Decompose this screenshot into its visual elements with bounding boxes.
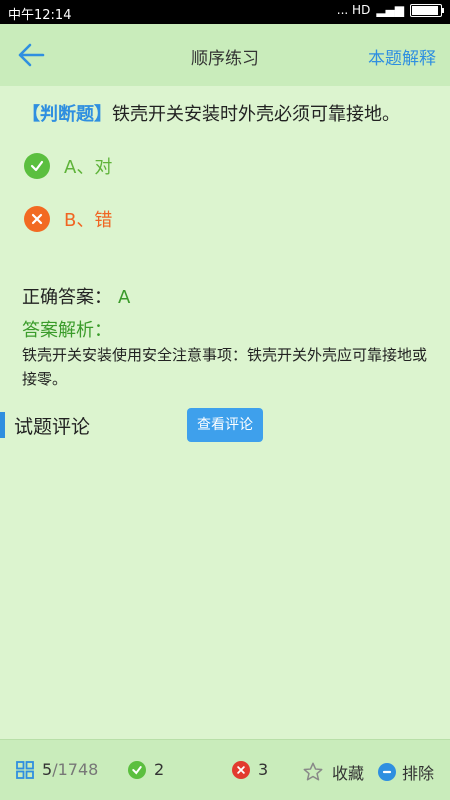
explain-button[interactable]: 本题解释 [368,44,436,69]
exclude-label: 排除 [402,764,435,783]
answer-label: 正确答案： [22,287,112,308]
grid-icon [16,760,34,779]
section-marker [0,412,5,438]
option-a-label: A、对 [64,157,113,178]
signal-icon: ▂▄▆ [376,3,404,17]
status-icons: ... HD ▂▄▆ [336,3,444,17]
status-bar: 中午12:14 ... HD ▂▄▆ [0,0,450,24]
cross-icon [24,206,50,232]
exclude-button[interactable]: 排除 [378,760,434,784]
view-comments-button[interactable]: 查看评论 [187,408,263,442]
question-progress[interactable]: 5/1748 [16,760,98,779]
check-icon [24,153,50,179]
correct-answer: 正确答案： A [22,283,130,309]
answer-value: A [118,287,131,308]
option-b[interactable]: B、错 [24,205,112,233]
favorite-button[interactable]: 收藏 [302,760,364,784]
battery-icon [410,3,444,17]
bottom-toolbar: 5/1748 2 3 收藏 排除 [0,739,450,800]
analysis-text: 铁壳开关安装使用安全注意事项：铁壳开关外壳应可靠接地或接零。 [22,346,428,388]
wrong-count-value: 3 [258,760,269,779]
status-indicators: ... HD [336,3,371,17]
option-b-label: B、错 [64,210,113,231]
option-a[interactable]: A、对 [24,152,112,180]
wrong-cross-icon [232,760,250,779]
progress-total: /1748 [52,760,99,779]
question: 【判断题】铁壳开关安装时外壳必须可靠接地。 [22,101,432,129]
star-icon [303,762,323,781]
status-time: 中午12:14 [8,8,72,23]
correct-count: 2 [128,760,164,779]
analysis-title: 答案解析： [22,320,112,341]
minus-icon [378,763,396,781]
question-text: 铁壳开关安装时外壳必须可靠接地。 [112,104,400,125]
question-type: 【判断题】 [22,104,112,125]
correct-check-icon [128,760,146,779]
app-bar: 顺序练习 本题解释 [0,24,450,86]
comments-heading: 试题评论 [14,416,91,438]
correct-count-value: 2 [154,760,165,779]
wrong-count: 3 [232,760,268,779]
favorite-label: 收藏 [332,764,365,783]
progress-current: 5 [42,760,53,779]
